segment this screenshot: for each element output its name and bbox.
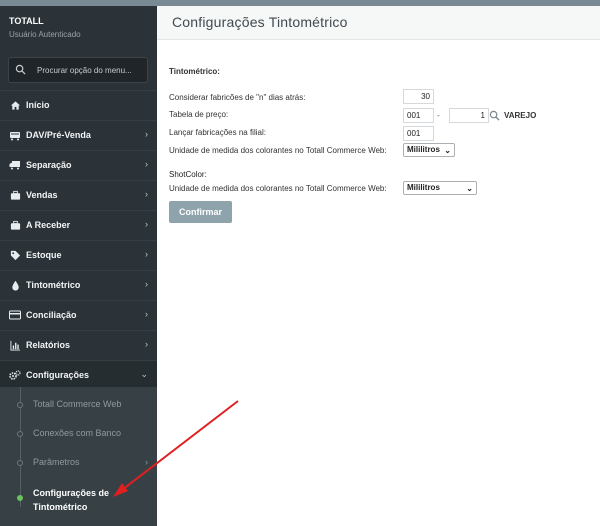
arrow-line [121,400,239,491]
annotation-arrow [113,400,239,497]
arrow-head [113,483,128,497]
